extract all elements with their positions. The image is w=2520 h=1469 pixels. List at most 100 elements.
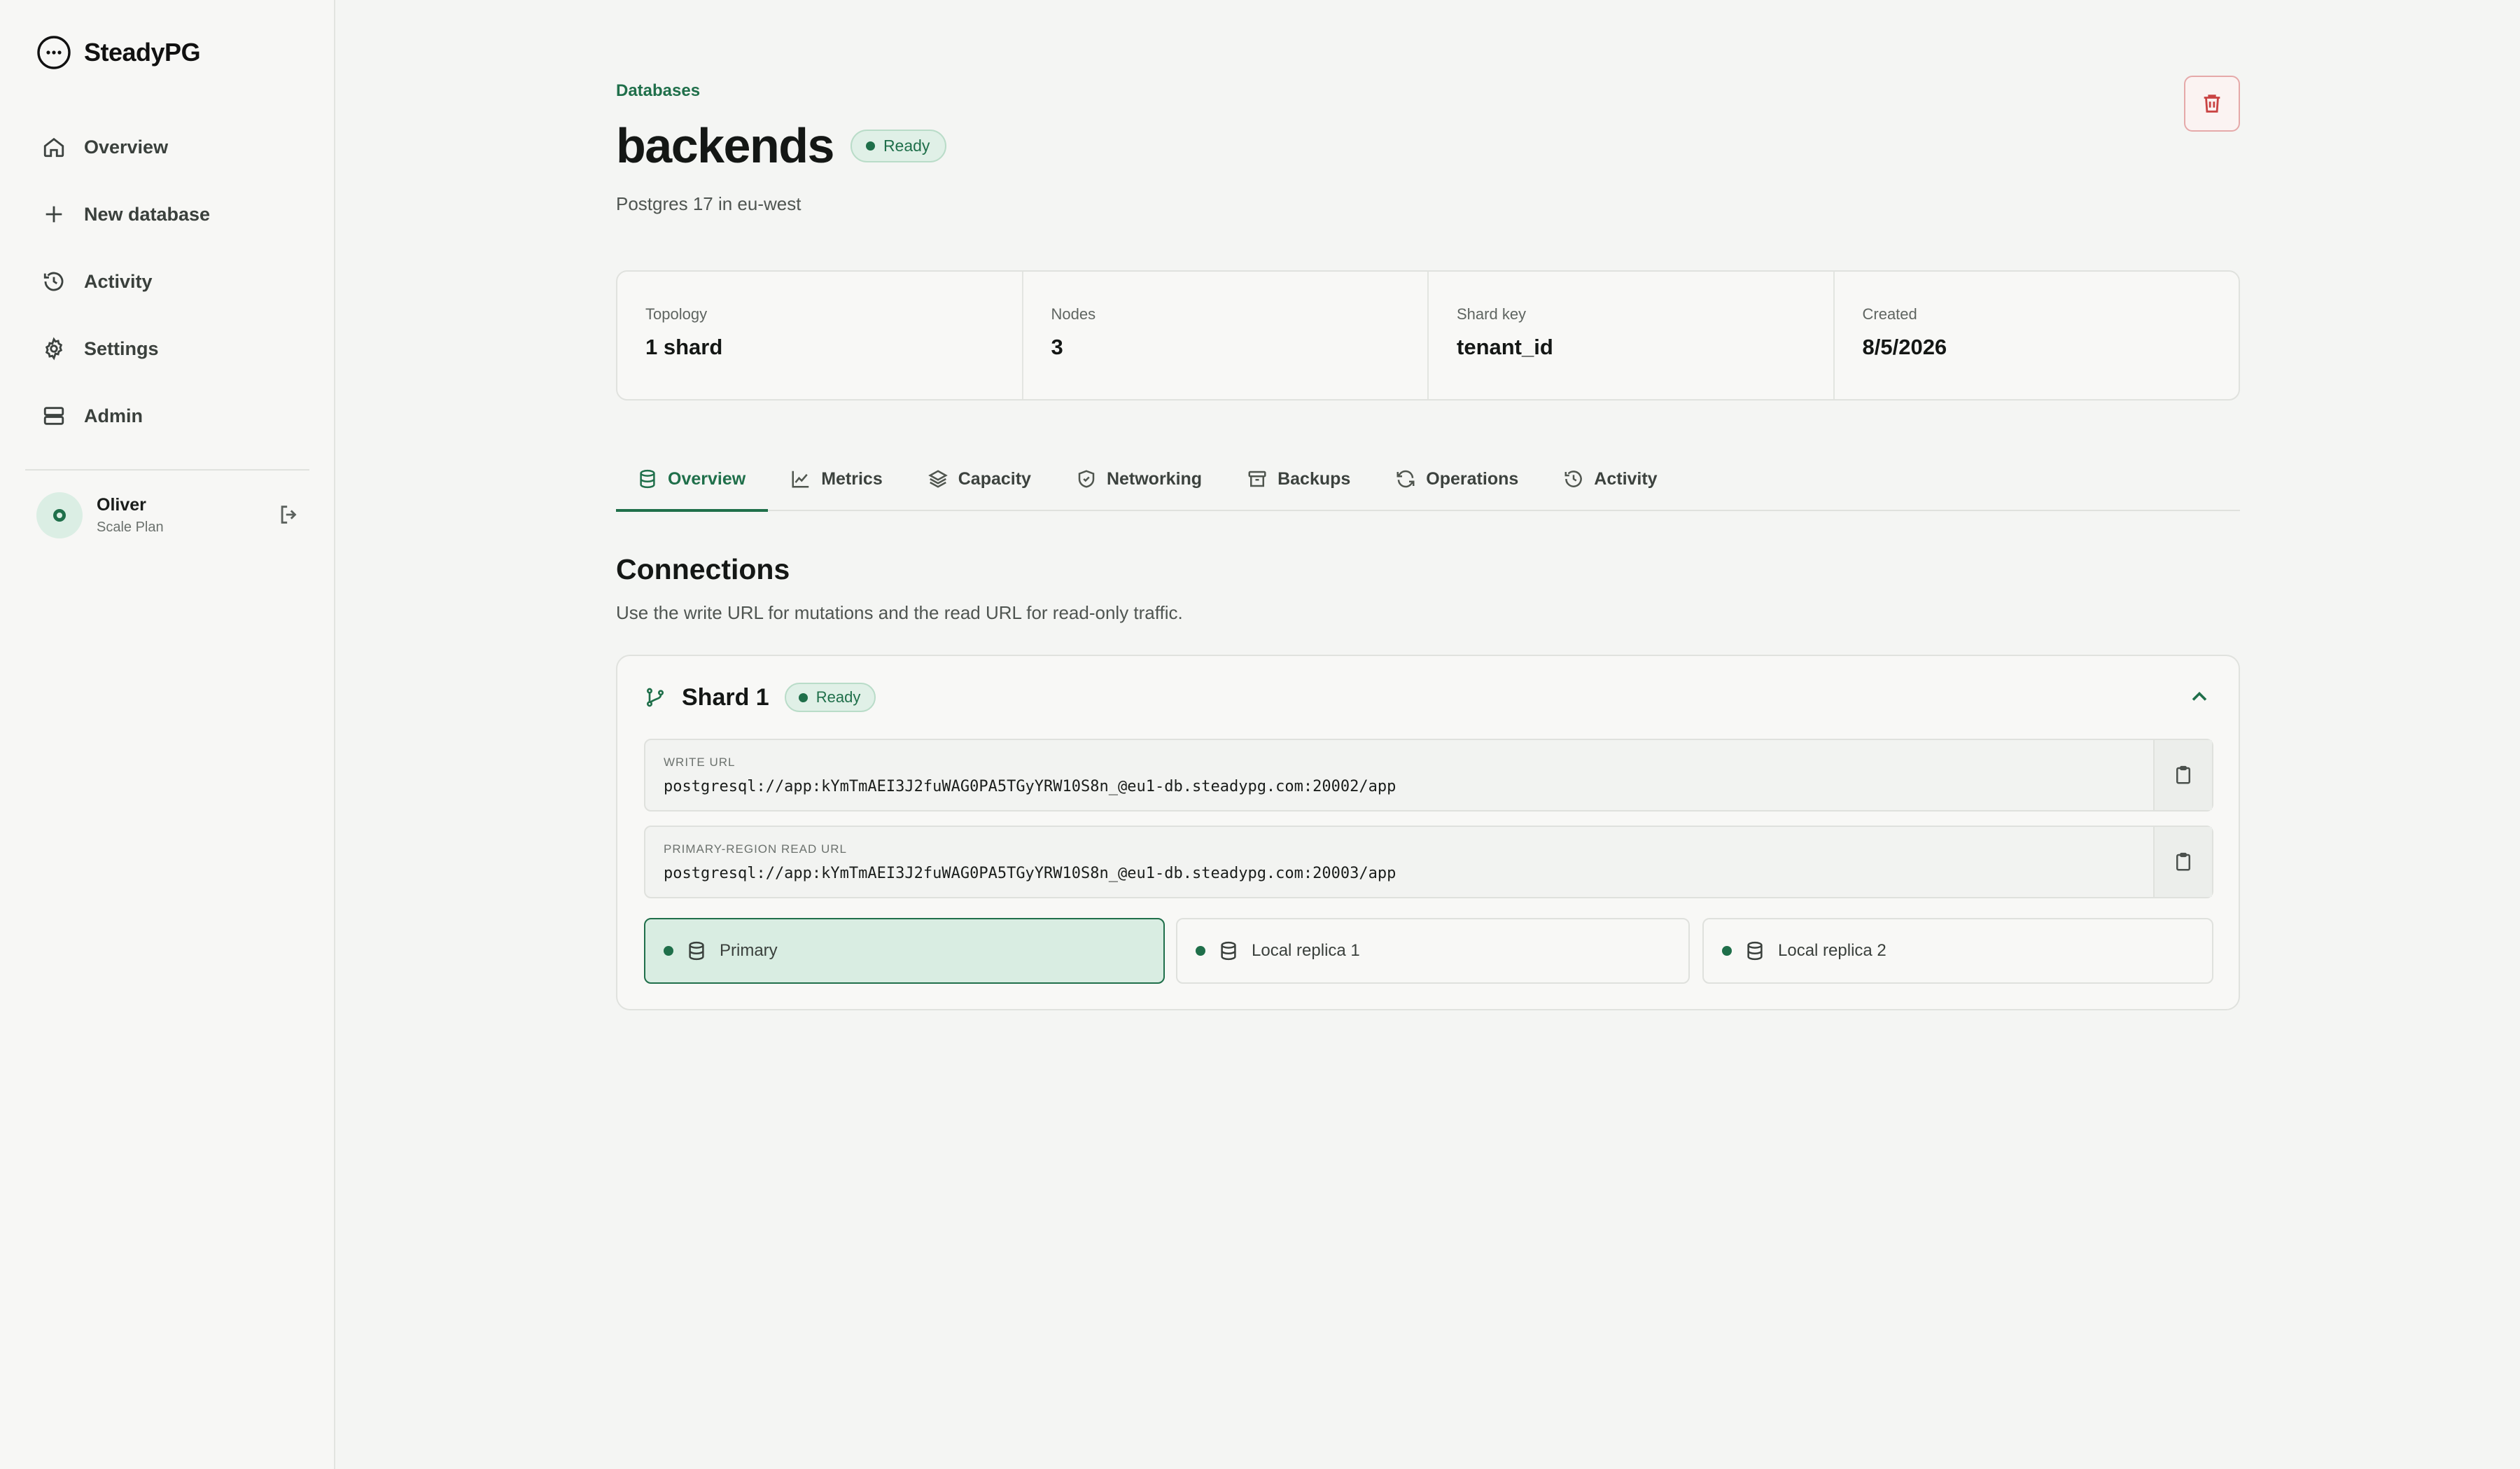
layers-icon xyxy=(927,470,948,488)
tab-overview[interactable]: Overview xyxy=(616,448,769,512)
user-name: Oliver xyxy=(97,495,146,515)
write-url-field[interactable]: WRITE URL postgresql://app:kYmTmAEI3J2fu… xyxy=(644,739,2213,812)
database-icon xyxy=(640,469,655,489)
database-icon xyxy=(1747,941,1763,961)
node-status-dot xyxy=(1196,946,1205,956)
gear-icon xyxy=(45,337,63,361)
status-label: Ready xyxy=(883,136,930,155)
node-status-dot xyxy=(1722,946,1732,956)
write-url-value[interactable]: postgresql://app:kYmTmAEI3J2fuWAG0PA5TGy… xyxy=(664,778,1396,795)
shard-card: Shard 1 Ready WRITE URL postgresql://app… xyxy=(616,655,2240,1010)
read-url-field[interactable]: PRIMARY-REGION READ URL postgresql://app… xyxy=(644,826,2213,898)
stat-value: 8/5/2026 xyxy=(1862,335,1947,359)
collapse-button[interactable] xyxy=(2187,684,2212,709)
sidebar-item-label: Admin xyxy=(84,405,143,426)
status-label: Ready xyxy=(816,688,861,706)
brand-name: SteadyPG xyxy=(84,38,201,67)
clipboard-icon xyxy=(2176,852,2190,871)
status-badge: Ready xyxy=(850,129,947,162)
page-subtitle: Postgres 17 in eu-west xyxy=(616,193,802,214)
steadypg-logo-icon xyxy=(37,36,71,69)
read-url-value[interactable]: postgresql://app:kYmTmAEI3J2fuWAG0PA5TGy… xyxy=(664,865,1396,882)
copy-read-url-button[interactable] xyxy=(2153,827,2212,897)
tab-bar: Overview Metrics Capacity Networking Bac… xyxy=(616,448,2240,512)
home-icon xyxy=(43,137,64,158)
node-label: Local replica 2 xyxy=(1778,941,1886,960)
stat-value: 1 shard xyxy=(645,335,723,359)
node-selector: Primary Local replica 1 Local replica 2 xyxy=(644,918,2213,984)
sidebar-item-label: New database xyxy=(84,203,211,225)
sidebar-item-label: Activity xyxy=(84,270,153,292)
status-dot xyxy=(798,692,808,702)
sidebar-item-admin[interactable]: Admin xyxy=(25,389,309,443)
stat-label: Shard key xyxy=(1457,305,1527,323)
sidebar-item-settings[interactable]: Settings xyxy=(25,322,309,375)
user-profile: Oliver Scale Plan xyxy=(36,490,302,541)
node-label: Primary xyxy=(720,941,778,960)
clipboard-icon xyxy=(2176,765,2190,784)
tab-backups[interactable]: Backups xyxy=(1224,448,1373,510)
sidebar-divider xyxy=(25,469,309,471)
sidebar-item-label: Settings xyxy=(84,337,159,359)
archive-icon xyxy=(1248,471,1266,487)
chevron-up-icon xyxy=(2192,691,2207,701)
sidebar-item-activity[interactable]: Activity xyxy=(25,255,309,308)
tab-networking[interactable]: Networking xyxy=(1054,448,1224,510)
tab-label: Activity xyxy=(1594,468,1658,489)
stats-panel: Topology 1 shard Nodes 3 Shard key tenan… xyxy=(616,270,2240,401)
history-icon xyxy=(43,272,64,291)
node-local-replica-1[interactable]: Local replica 1 xyxy=(1176,918,1690,984)
page-title: backends xyxy=(616,118,834,173)
sidebar-item-overview[interactable]: Overview xyxy=(25,120,309,174)
tab-capacity[interactable]: Capacity xyxy=(905,448,1054,510)
node-local-replica-2[interactable]: Local replica 2 xyxy=(1702,918,2213,984)
tab-operations[interactable]: Operations xyxy=(1373,448,1541,510)
shard-status-badge: Ready xyxy=(784,683,876,712)
line-chart-icon xyxy=(792,471,809,488)
stat-topology: Topology 1 shard xyxy=(617,272,1023,399)
read-url-label: PRIMARY-REGION READ URL xyxy=(664,842,847,856)
database-icon xyxy=(1221,941,1236,961)
stat-created: Created 8/5/2026 xyxy=(1835,272,2239,399)
stat-value: 3 xyxy=(1051,335,1063,359)
tab-activity[interactable]: Activity xyxy=(1541,448,1679,510)
stat-label: Nodes xyxy=(1051,305,1096,323)
status-dot xyxy=(865,141,875,151)
tab-label: Networking xyxy=(1106,468,1203,489)
logout-icon xyxy=(281,506,297,524)
connections-title: Connections xyxy=(616,553,790,585)
node-primary[interactable]: Primary xyxy=(644,918,1165,984)
connections-description: Use the write URL for mutations and the … xyxy=(616,602,1183,623)
server-icon xyxy=(43,407,64,425)
tab-label: Capacity xyxy=(958,468,1031,489)
stat-nodes: Nodes 3 xyxy=(1023,272,1429,399)
tab-metrics[interactable]: Metrics xyxy=(768,448,905,510)
refresh-icon xyxy=(1396,470,1415,488)
write-url-label: WRITE URL xyxy=(664,756,736,769)
tab-label: Metrics xyxy=(821,468,883,489)
copy-write-url-button[interactable] xyxy=(2153,740,2212,810)
user-plan: Scale Plan xyxy=(97,520,164,535)
stat-label: Created xyxy=(1862,305,1917,323)
brand[interactable]: SteadyPG xyxy=(36,35,201,70)
stat-value: tenant_id xyxy=(1457,335,1553,359)
git-branch-icon xyxy=(647,688,664,707)
sidebar-item-label: Overview xyxy=(84,136,169,158)
sidebar-item-new-database[interactable]: New database xyxy=(25,188,309,241)
history-icon xyxy=(1564,471,1583,487)
stat-shard-key: Shard key tenant_id xyxy=(1429,272,1835,399)
tab-label: Backups xyxy=(1278,468,1351,489)
avatar[interactable] xyxy=(36,492,83,538)
node-label: Local replica 1 xyxy=(1252,941,1360,960)
title-row: backends Ready xyxy=(616,118,947,174)
delete-database-button[interactable] xyxy=(2184,76,2240,132)
logout-button[interactable] xyxy=(277,503,302,528)
plus-icon xyxy=(46,206,62,223)
sidebar-nav: Overview New database Activity Settings … xyxy=(25,120,309,457)
tab-label: Overview xyxy=(668,468,746,489)
shard-header[interactable]: Shard 1 Ready xyxy=(644,683,876,712)
stat-label: Topology xyxy=(645,305,708,323)
trash-icon xyxy=(2204,95,2220,113)
node-status-dot xyxy=(664,946,673,956)
breadcrumb[interactable]: Databases xyxy=(616,81,700,101)
